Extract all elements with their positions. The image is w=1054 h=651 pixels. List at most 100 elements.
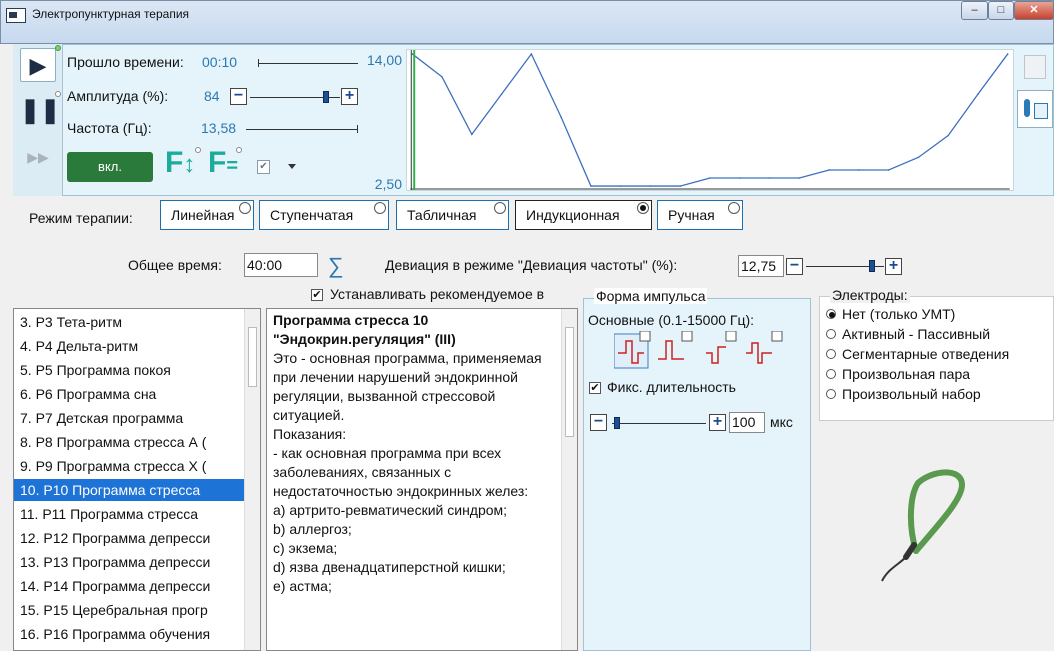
dropdown-arrow-icon[interactable] xyxy=(288,164,296,169)
pulse-basic-label: Основные (0.1-15000 Гц): xyxy=(588,312,755,328)
amplitude-value: 84 xyxy=(204,88,220,104)
sum-icon[interactable]: ∑ xyxy=(328,253,344,279)
frequency-point xyxy=(560,116,562,118)
pause-button[interactable]: ❚❚ xyxy=(20,94,60,128)
electrode-settings-button[interactable] xyxy=(1017,90,1053,128)
program-list-item[interactable]: 8. Р8 Программа стресса А ( xyxy=(14,431,246,453)
fast-forward-button[interactable]: ▶▶ xyxy=(20,140,56,174)
program-list-item[interactable]: 14. Р14 Программа депресси xyxy=(14,575,246,597)
duration-slider-knob[interactable] xyxy=(613,417,620,429)
program-list-item[interactable]: 4. Р4 Дельта-ритм xyxy=(14,335,246,357)
play-button[interactable]: ▶ xyxy=(20,48,56,82)
program-list-item[interactable]: 7. Р7 Детская программа xyxy=(14,407,246,429)
electrode-radio[interactable] xyxy=(826,329,836,339)
mode-option[interactable]: Линейная xyxy=(160,200,254,230)
fixed-duration-label: Фикс. длительность xyxy=(607,379,736,395)
scrollbar-thumb[interactable] xyxy=(248,327,257,387)
frequency-point xyxy=(887,169,890,171)
frequency-point xyxy=(1006,53,1009,55)
frequency-point xyxy=(590,185,592,187)
duration-input[interactable]: 100 xyxy=(729,412,765,433)
frequency-point xyxy=(441,76,443,78)
electrode-radio[interactable] xyxy=(826,309,836,319)
mode-option[interactable]: Ступенчатая xyxy=(259,200,389,230)
program-list-item[interactable]: 9. Р9 Программа стресса Х ( xyxy=(14,455,246,477)
program-list-item[interactable]: 15. Р15 Церебральная прогр xyxy=(14,599,246,621)
duration-slider-track[interactable] xyxy=(612,423,706,424)
electrode-radio[interactable] xyxy=(826,389,836,399)
duration-minus-button[interactable]: − xyxy=(590,414,607,431)
frequency-point xyxy=(471,133,473,136)
pulse-shape-2-checkbox xyxy=(681,330,693,342)
amplitude-plus-button[interactable]: + xyxy=(341,88,358,105)
minimize-button[interactable]: ‒ xyxy=(961,1,988,20)
mode-option[interactable]: Индукционная xyxy=(515,200,652,230)
frequency-point xyxy=(768,177,771,179)
document-icon[interactable]: ✔ xyxy=(257,160,270,174)
electrode-radio[interactable] xyxy=(826,349,836,359)
deviation-plus-button[interactable]: + xyxy=(885,258,902,275)
deviation-slider-knob[interactable] xyxy=(869,260,876,272)
electrodes-title: Электроды: xyxy=(830,287,910,303)
electrode-option-label: Произвольная пара xyxy=(842,366,971,382)
frequency-track xyxy=(246,129,358,130)
window-title: Электропунктурная терапия xyxy=(32,7,190,21)
program-list-item[interactable]: 6. Р6 Программа сна xyxy=(14,383,246,405)
pulse-shape-3-checkbox xyxy=(725,330,737,342)
frequency-point xyxy=(947,134,949,137)
mode-option-label: Линейная xyxy=(171,207,235,223)
description-scrollbar[interactable] xyxy=(561,309,577,650)
program-list-item[interactable]: 11. Р11 Программа стресса xyxy=(14,503,246,525)
mode-radio[interactable] xyxy=(494,202,506,214)
program-list-item[interactable]: 3. Р3 Тета-ритм xyxy=(14,311,246,333)
program-list[interactable]: 3. Р3 Тета-ритм 4. Р4 Дельта-ритм 5. Р5 Пр… xyxy=(13,308,261,651)
sweep-indicator-dot xyxy=(195,147,201,153)
deviation-input[interactable]: 12,75 xyxy=(738,255,784,277)
frequency-series-line xyxy=(411,52,1009,187)
program-list-item[interactable]: 16. Р16 Программа обучения xyxy=(14,623,246,645)
pause-indicator-dot xyxy=(55,91,61,97)
on-button[interactable]: вкл. xyxy=(67,152,153,182)
close-button[interactable]: ✕ xyxy=(1014,1,1054,20)
frequency-point xyxy=(858,169,860,171)
scrollbar-thumb[interactable] xyxy=(565,327,574,437)
electrode-radio[interactable] xyxy=(826,369,836,379)
mode-radio[interactable] xyxy=(374,202,386,214)
mode-option[interactable]: Табличная xyxy=(396,200,509,230)
mode-option[interactable]: Ручная xyxy=(657,200,743,230)
deviation-minus-button[interactable]: − xyxy=(786,258,803,275)
frequency-point xyxy=(679,185,682,187)
elapsed-tick xyxy=(258,59,259,67)
pulse-shape-selector xyxy=(613,330,794,371)
total-time-input[interactable]: 40:00 xyxy=(244,253,318,277)
program-list-item[interactable]: 10. Р10 Программа стресса xyxy=(14,479,246,501)
frequency-point xyxy=(619,185,622,187)
maximize-button[interactable]: □ xyxy=(988,1,1014,20)
frequency-chart xyxy=(406,49,1014,191)
mode-radio[interactable] xyxy=(728,202,740,214)
mode-radio[interactable] xyxy=(239,202,251,214)
program-list-scrollbar[interactable] xyxy=(244,309,260,650)
electrode-option-label: Сегментарные отведения xyxy=(842,346,1010,362)
program-list-item[interactable]: 5. Р5 Программа покоя xyxy=(14,359,246,381)
copy-icon[interactable] xyxy=(1024,55,1046,79)
frequency-tick xyxy=(357,125,358,133)
pulse-shape-3-icon xyxy=(706,346,726,364)
program-list-item[interactable]: 13. Р13 Программа депресси xyxy=(14,551,246,573)
frequency-point xyxy=(411,53,414,55)
amplitude-minus-button[interactable]: − xyxy=(230,88,247,105)
amplitude-slider-knob[interactable] xyxy=(322,91,329,103)
play-indicator-dot xyxy=(55,45,61,51)
fixed-indicator-dot xyxy=(236,147,242,153)
recommended-label: Устанавливать рекомендуемое в xyxy=(330,286,545,302)
frequency-sweep-button[interactable]: F↕ xyxy=(165,146,195,180)
recommended-checkbox[interactable]: ✔ xyxy=(311,289,323,301)
frequency-value: 13,58 xyxy=(201,120,237,136)
frequency-point xyxy=(649,185,652,187)
duration-plus-button[interactable]: + xyxy=(709,414,726,431)
program-list-item[interactable]: 12. Р12 Программа депресси xyxy=(14,527,246,549)
frequency-fixed-button[interactable]: F= xyxy=(208,146,238,180)
mode-radio[interactable] xyxy=(637,202,649,214)
fixed-duration-checkbox[interactable]: ✔ xyxy=(589,382,601,394)
frequency-point xyxy=(917,156,920,159)
